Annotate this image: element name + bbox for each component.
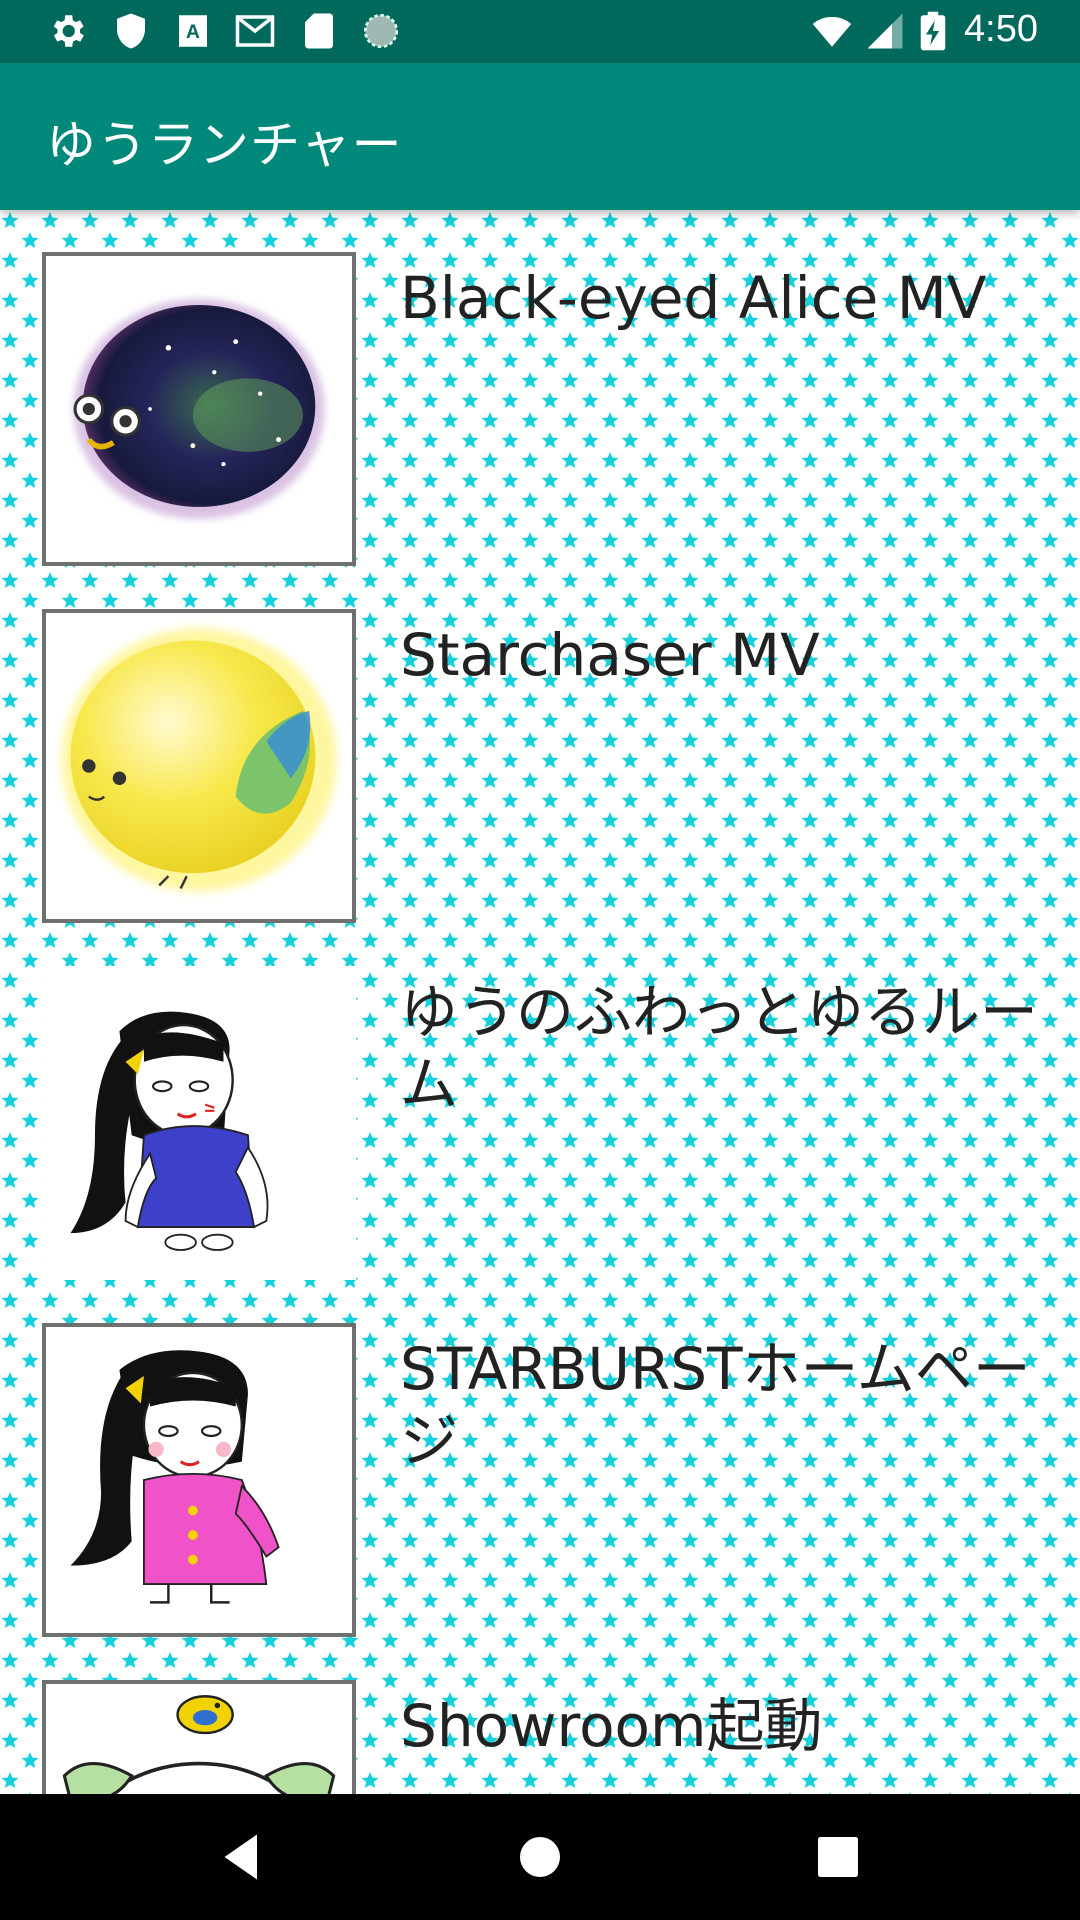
thumbnail-yellow-bird-image <box>42 609 356 923</box>
list-item-title[interactable]: ゆうのふわっとゆるルーム <box>400 976 1040 1120</box>
signal-icon <box>867 13 903 49</box>
launcher-list[interactable]: Black-eyed Alice MV Starchaser MV ゆうのふわっ… <box>0 210 1080 1794</box>
status-bar: A 4:50 <box>0 0 1080 63</box>
app-bar: ゆうランチャー <box>0 63 1080 210</box>
clock-time: 4:50 <box>964 8 1038 50</box>
text-a-icon: A <box>179 15 207 47</box>
svg-text:A: A <box>186 22 200 43</box>
list-item-title[interactable]: Showroom起動 <box>400 1690 1040 1762</box>
thumbnail-galaxy-creature-image <box>42 252 356 566</box>
battery-charging-icon <box>920 11 946 51</box>
gmail-icon <box>235 15 275 47</box>
list-item-title[interactable]: Starchaser MV <box>400 619 1040 691</box>
navigation-bar <box>0 1794 1080 1920</box>
sd-card-icon <box>305 13 333 49</box>
home-icon[interactable] <box>510 1827 570 1887</box>
gear-icon <box>53 15 84 47</box>
list-item[interactable]: Showroom起動 <box>0 1638 1080 1794</box>
list-item-title[interactable]: Black-eyed Alice MV <box>400 262 1040 334</box>
list-item[interactable]: Starchaser MV <box>0 567 1080 924</box>
thumbnail-girl-pink-coat-image <box>42 1323 356 1637</box>
thumbnail-sheep-with-bird-image <box>42 1680 356 1794</box>
wifi-icon <box>812 16 852 47</box>
app-title: ゆうランチャー <box>46 116 403 174</box>
list-item[interactable]: ゆうのふわっとゆるルーム <box>0 924 1080 1281</box>
list-item[interactable]: STARBURSTホームページ <box>0 1281 1080 1638</box>
shield-icon <box>117 13 145 49</box>
list-item-title[interactable]: STARBURSTホームページ <box>400 1333 1040 1477</box>
recents-icon[interactable] <box>808 1827 868 1887</box>
thumbnail-girl-blue-dress-image <box>42 966 356 1280</box>
sync-circle-icon <box>363 13 399 49</box>
back-icon[interactable] <box>212 1827 272 1887</box>
list-item[interactable]: Black-eyed Alice MV <box>0 210 1080 567</box>
